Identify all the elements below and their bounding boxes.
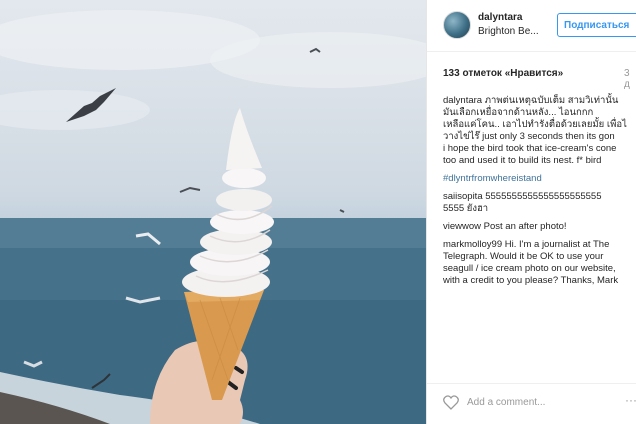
caption-line: too and used it to build its nest. f* bi… (443, 155, 602, 166)
cloud (0, 90, 150, 130)
hashtag-link[interactable]: #dlyntrfromwhereistand (443, 173, 636, 185)
more-options-icon[interactable]: ··· (625, 393, 636, 407)
comment-line: with a credit to you please? Thanks, Mar… (443, 275, 619, 286)
comment-line: viewwow Post an after photo! (443, 221, 567, 232)
caption: dalyntara ภาพต่นเหตุฉบับเต็ม สามวิเท่านั… (443, 95, 636, 167)
follow-button[interactable]: Подписаться (557, 13, 636, 37)
comment-line: markmolloy99 Hi. I'm a journalist at The (443, 239, 610, 250)
comment-line: saiisopita 5555555555555555555555 (443, 191, 602, 202)
post-time: 3 д (624, 68, 630, 90)
post-photo[interactable] (0, 0, 426, 424)
caption-line: i hope the bird took that ice-cream's co… (443, 143, 617, 154)
comment-line: 5555 ยังฮา (443, 203, 489, 214)
seagull (339, 209, 345, 213)
likes-count[interactable]: 133 отметок «Нравится» (443, 68, 563, 79)
comment: viewwow Post an after photo! (443, 221, 636, 233)
post-details-panel: dalyntara Brighton Be... Подписаться 133… (426, 0, 636, 424)
photo-scene (0, 10, 426, 424)
avatar[interactable] (443, 11, 471, 39)
caption-line: เหลือแค่โคน.. เอาไปทำรังตื่อด้วยเลยมั้ย … (443, 119, 627, 130)
comment: markmolloy99 Hi. I'm a journalist at The… (443, 239, 636, 287)
caption-line: มันเลือกเหยื่อจากด้านหลัง... ไอนกกก (443, 107, 594, 118)
comments-list: dalyntara ภาพต่นเหตุฉบับเต็ม สามวิเท่านั… (443, 95, 636, 293)
heart-icon[interactable] (443, 395, 459, 415)
comment-line: seagull / ice cream photo on our website… (443, 263, 616, 274)
caption-line: dalyntara ภาพต่นเหตุฉบับเต็ม สามวิเท่านั… (443, 95, 619, 106)
seagull (179, 186, 201, 193)
caption-line: วางไข่ไร๊ just only 3 seconds then its g… (443, 131, 615, 142)
post-location[interactable]: Brighton Be... (478, 26, 539, 37)
comment-input[interactable]: Add a comment... (467, 397, 545, 408)
comment: saiisopita 5555555555555555555555 5555 ย… (443, 191, 636, 215)
post-username[interactable]: dalyntara (478, 12, 522, 23)
comment-bar: Add a comment... ··· (427, 383, 636, 424)
comment-line: Telegraph. Would it be OK to use your (443, 251, 604, 262)
post-header: dalyntara Brighton Be... Подписаться (427, 0, 636, 52)
